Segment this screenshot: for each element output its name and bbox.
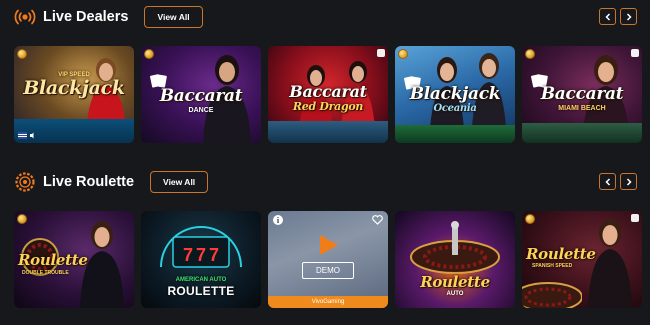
game-tile-row: Roulette DOUBLE TROUBLE 7 7 7 AMERICAN A… [14, 211, 642, 308]
demo-button[interactable]: DEMO [302, 262, 354, 279]
game-tile-row: VIP SPEED Blackjack Baccarat DANCE Bacca… [14, 46, 642, 143]
flag-icon [18, 132, 34, 139]
tile-subtitle: MIAMI BEACH [558, 105, 606, 112]
tile-title: Roulette [18, 251, 88, 269]
game-tile[interactable]: Baccarat Red Dragon [268, 46, 388, 143]
view-all-button[interactable]: View All [144, 6, 203, 28]
svg-text:7: 7 [209, 245, 219, 265]
slot-machine-graphic: 7 7 7 [160, 226, 242, 268]
prev-button[interactable] [599, 173, 616, 190]
provider-badge-icon [377, 49, 385, 57]
tile-title: Baccarat [289, 82, 367, 101]
provider-badge-icon [631, 49, 639, 57]
game-tile[interactable]: Roulette SPANISH SPEED [522, 211, 642, 308]
tile-subtitle: Oceania [433, 103, 477, 114]
roulette-wheel-graphic [522, 282, 582, 308]
section-title: Live Roulette [43, 174, 135, 190]
tile-top-text: AMERICAN AUTO [175, 277, 227, 283]
broadcast-icon [14, 6, 36, 28]
svg-text:7: 7 [183, 245, 193, 265]
view-all-button[interactable]: View All [150, 171, 209, 193]
tile-title: ROULETTE [167, 284, 235, 298]
coin-icon [144, 49, 154, 59]
tile-title: Blackjack [23, 77, 125, 99]
game-tile[interactable]: Blackjack Oceania [395, 46, 515, 143]
chevron-right-icon [626, 177, 632, 186]
chevron-left-icon [604, 12, 610, 21]
live-dealers-header: Live Dealers View All [14, 5, 203, 29]
info-icon[interactable]: i [273, 215, 283, 225]
tile-title: Blackjack [409, 84, 501, 104]
tile-title: Baccarat [159, 86, 243, 106]
tile-subtitle: SPANISH SPEED [532, 263, 573, 269]
play-icon[interactable] [318, 233, 340, 257]
game-tile[interactable]: Baccarat MIAMI BEACH [522, 46, 642, 143]
game-tile[interactable]: VIP SPEED Blackjack [14, 46, 134, 143]
tile-subtitle: Red Dragon [292, 100, 364, 113]
game-tile[interactable]: Baccarat DANCE [141, 46, 261, 143]
carousel-nav [599, 8, 637, 25]
tile-subtitle: DOUBLE TROUBLE [22, 270, 69, 276]
game-tile[interactable]: Roulette AUTO [395, 211, 515, 308]
next-button[interactable] [620, 8, 637, 25]
heart-icon[interactable] [372, 215, 383, 225]
roulette-wheel-icon [14, 171, 36, 193]
carousel-nav [599, 173, 637, 190]
coin-icon [17, 214, 27, 224]
tile-title: Roulette [526, 245, 596, 263]
tile-title: Baccarat [540, 84, 624, 104]
live-roulette-header: Live Roulette View All [14, 170, 209, 194]
game-tile[interactable]: DEMO VivoGaming i [268, 211, 388, 308]
coin-icon [17, 49, 27, 59]
chevron-left-icon [604, 177, 610, 186]
game-tile[interactable]: Roulette DOUBLE TROUBLE [14, 211, 134, 308]
coin-icon [398, 49, 408, 59]
provider-badge-icon [631, 214, 639, 222]
tile-subtitle: AUTO [446, 291, 464, 297]
tile-subtitle: DANCE [188, 107, 214, 114]
section-title: Live Dealers [43, 9, 129, 25]
prev-button[interactable] [599, 8, 616, 25]
coin-icon [525, 49, 535, 59]
roulette-wheel-graphic [410, 221, 500, 274]
game-tile[interactable]: 7 7 7 AMERICAN AUTO ROULETTE [141, 211, 261, 308]
provider-label: VivoGaming [311, 299, 345, 305]
next-button[interactable] [620, 173, 637, 190]
chevron-right-icon [626, 12, 632, 21]
tile-title: Roulette [420, 273, 490, 291]
coin-icon [525, 214, 535, 224]
svg-text:7: 7 [196, 245, 206, 265]
